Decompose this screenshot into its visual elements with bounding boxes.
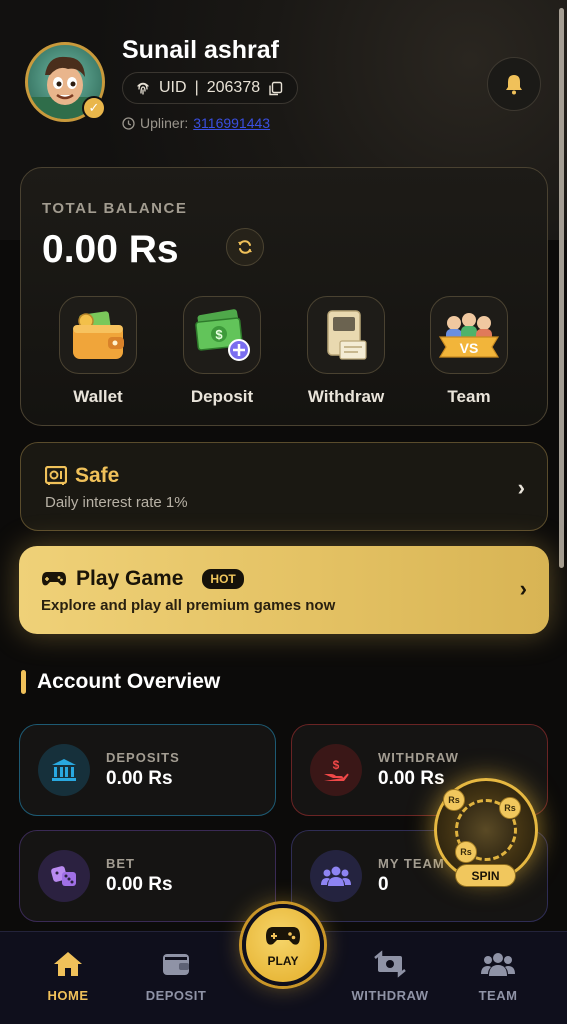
upliner-row: Upliner: 3116991443	[122, 115, 270, 131]
verified-badge-icon: ✓	[82, 96, 106, 120]
nav-team[interactable]: TEAM	[448, 950, 548, 1003]
deposits-stat-value: 0.00 Rs	[106, 768, 173, 789]
copy-icon[interactable]	[268, 81, 283, 96]
nav-deposit-label: DEPOSIT	[145, 988, 207, 1003]
team-vs-icon: VS	[438, 313, 500, 358]
gamepad-icon	[42, 572, 66, 586]
deposits-stat-label: DEPOSITS	[106, 750, 180, 765]
deposit-label: Deposit	[190, 387, 254, 406]
wallet-tile[interactable]	[59, 296, 137, 374]
uid-pill[interactable]: UID | 206378	[122, 72, 299, 104]
chevron-right-icon: ›	[517, 475, 525, 500]
notification-button[interactable]	[487, 57, 541, 111]
team-tile[interactable]: VS	[430, 296, 508, 374]
safe-subtitle: Daily interest rate 1%	[45, 494, 188, 511]
wallet-action[interactable]: Wallet	[43, 296, 153, 407]
bet-stat-label: BET	[106, 856, 135, 871]
home-icon	[54, 952, 82, 976]
users-group-icon	[481, 953, 515, 976]
users-group-icon	[310, 850, 362, 902]
safe-card[interactable]: Safe Daily interest rate 1% ›	[20, 442, 548, 531]
bell-icon	[506, 75, 522, 95]
nav-deposit[interactable]: DEPOSIT	[126, 950, 226, 1003]
section-accent-bar	[21, 670, 26, 694]
wallet-icon	[73, 311, 124, 359]
account-overview-title: Account Overview	[37, 670, 221, 693]
nav-withdraw-label: WITHDRAW	[351, 988, 429, 1003]
scrollbar[interactable]	[559, 8, 564, 568]
nav-team-label: TEAM	[478, 988, 518, 1003]
uid-value: 206378	[206, 79, 261, 96]
withdraw-tile[interactable]	[307, 296, 385, 374]
safe-title-row: Safe	[45, 464, 119, 488]
refresh-balance-button[interactable]	[226, 228, 264, 266]
svg-text:VS: VS	[460, 340, 479, 356]
withdraw-stat-label: WITHDRAW	[378, 750, 459, 765]
safe-vault-icon	[45, 466, 67, 485]
team-action[interactable]: VS Team	[414, 296, 524, 407]
deposit-tile[interactable]: $	[183, 296, 261, 374]
hot-badge: HOT	[202, 569, 244, 589]
bank-icon	[38, 744, 90, 796]
nav-home-label: HOME	[47, 988, 89, 1003]
nav-home[interactable]: HOME	[18, 950, 118, 1003]
total-balance-label: TOTAL BALANCE	[42, 200, 188, 217]
deposit-cash-icon: $	[195, 309, 250, 361]
play-game-subtitle: Explore and play all premium games now	[41, 597, 336, 614]
play-label: PLAY	[267, 954, 299, 968]
upliner-label: Upliner:	[140, 115, 189, 131]
play-game-title-row: Play Game HOT	[41, 567, 244, 591]
withdraw-atm-icon	[327, 310, 367, 360]
my-team-stat-value: 0	[378, 874, 389, 895]
deposits-stat-card[interactable]: DEPOSITS 0.00 Rs	[19, 724, 276, 816]
rupee-coin-icon: Rs	[455, 841, 477, 863]
bet-stat-card[interactable]: BET 0.00 Rs	[19, 830, 276, 922]
exchange-money-icon	[374, 950, 406, 978]
safe-title: Safe	[75, 464, 120, 487]
dice-icon	[38, 850, 90, 902]
withdraw-label: Withdraw	[307, 387, 385, 406]
gamepad-icon	[266, 927, 300, 945]
upliner-link[interactable]: 3116991443	[193, 115, 270, 131]
spin-button[interactable]: SPIN	[455, 864, 516, 887]
play-game-banner[interactable]: Play Game HOT Explore and play all premi…	[19, 546, 549, 634]
team-label: Team	[447, 387, 491, 406]
wallet-icon	[163, 954, 189, 975]
svg-text:$: $	[333, 758, 340, 772]
play-game-title: Play Game	[76, 567, 184, 590]
rupee-coin-icon: Rs	[499, 797, 521, 819]
uid-label: UID	[159, 79, 187, 96]
refresh-icon	[238, 240, 252, 254]
nav-withdraw[interactable]: WITHDRAW	[340, 950, 440, 1003]
hand-money-icon: $	[310, 744, 362, 796]
svg-text:$: $	[215, 327, 223, 342]
bet-stat-value: 0.00 Rs	[106, 874, 173, 895]
username: Sunail ashraf	[122, 36, 279, 64]
rupee-coin-icon: Rs	[443, 789, 465, 811]
play-button[interactable]: PLAY	[242, 904, 324, 986]
uid-separator: |	[194, 79, 199, 96]
wallet-label: Wallet	[73, 387, 123, 406]
deposit-action[interactable]: $ Deposit	[167, 296, 277, 407]
clock-icon	[122, 116, 135, 130]
withdraw-action[interactable]: Withdraw	[291, 296, 401, 407]
total-balance-amount: 0.00 Rs	[42, 228, 179, 271]
withdraw-stat-value: 0.00 Rs	[378, 768, 445, 789]
balance-card: TOTAL BALANCE 0.00 Rs Wallet $ Deposit W…	[20, 167, 548, 426]
fingerprint-icon	[137, 82, 149, 95]
my-team-stat-label: MY TEAM	[378, 856, 445, 871]
chevron-right-icon: ›	[519, 576, 527, 601]
